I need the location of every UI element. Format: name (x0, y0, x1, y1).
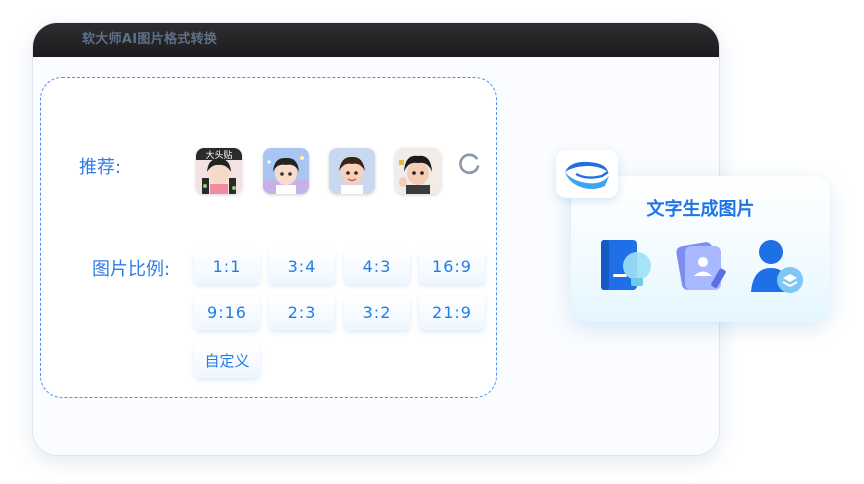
thumbnail-2[interactable] (263, 148, 309, 194)
thumbnail-1[interactable]: 大头贴 (196, 148, 242, 194)
card-title: 文字生成图片 (646, 199, 755, 220)
title-bar: 软大师AI图片格式转换 (33, 23, 719, 57)
swirl-logo-icon (565, 161, 609, 189)
recommend-label: 推荐: (79, 157, 122, 178)
thumbnail-4[interactable] (395, 148, 441, 194)
settings-panel (40, 77, 497, 398)
ratio-21-9-button[interactable]: 21:9 (419, 296, 485, 330)
ratio-9-16-button[interactable]: 9:16 (194, 296, 260, 330)
id-card-pen-icon (675, 238, 733, 298)
ratio-2-3-button[interactable]: 2:3 (269, 296, 335, 330)
custom-ratio-button[interactable]: 自定义 (194, 344, 260, 378)
ratio-1-1-button[interactable]: 1:1 (194, 250, 260, 284)
refresh-icon[interactable] (456, 150, 484, 178)
window-title: 软大师AI图片格式转换 (82, 32, 218, 47)
ratio-3-2-button[interactable]: 3:2 (344, 296, 410, 330)
ratio-3-4-button[interactable]: 3:4 (269, 250, 335, 284)
book-lightbulb-icon (599, 236, 657, 298)
thumbnail-3[interactable] (329, 148, 375, 194)
app-logo (556, 150, 618, 198)
ratio-label: 图片比例: (92, 259, 171, 280)
ratio-16-9-button[interactable]: 16:9 (419, 250, 485, 284)
user-layers-icon (747, 236, 807, 300)
ratio-4-3-button[interactable]: 4:3 (344, 250, 410, 284)
